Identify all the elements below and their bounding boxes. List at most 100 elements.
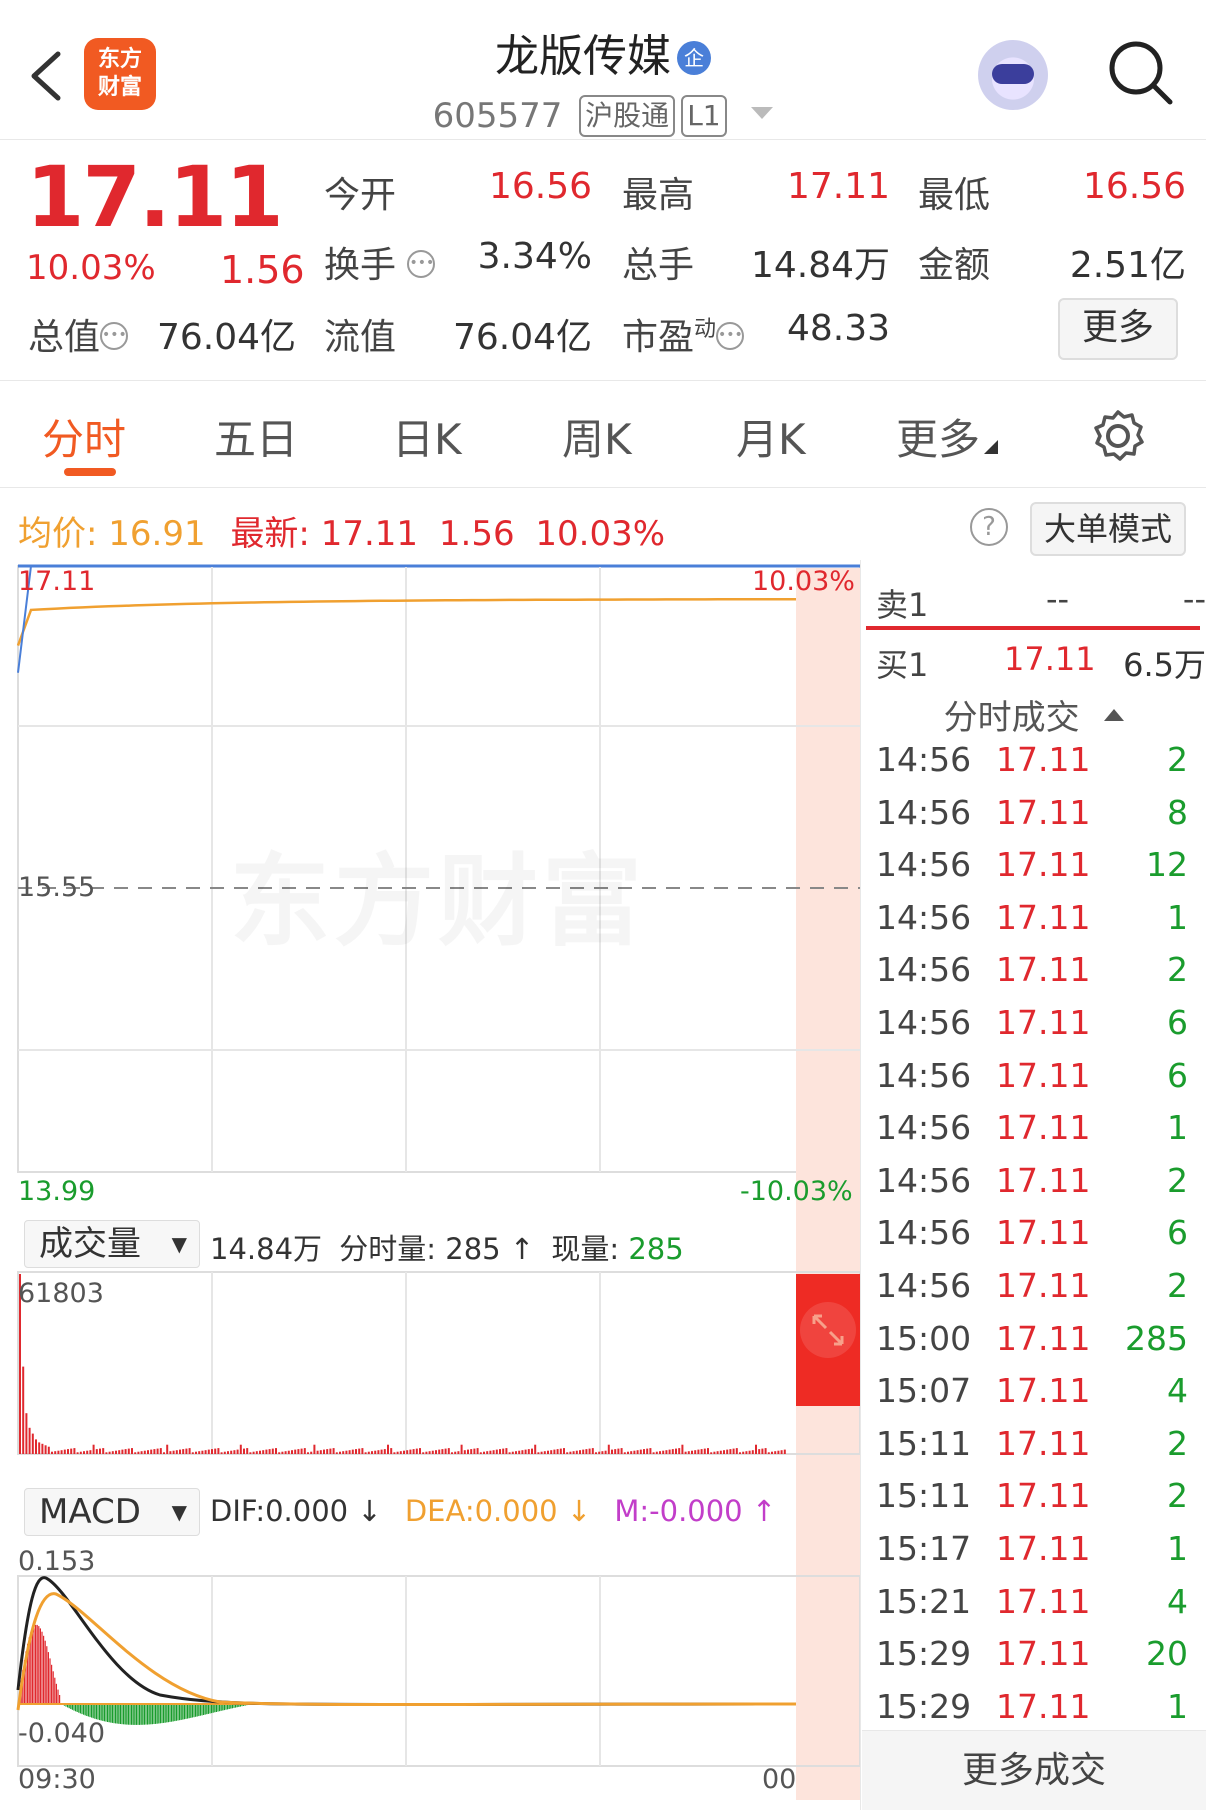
volume-bar bbox=[345, 1450, 348, 1454]
trade-row: 15:11 17.11 2 bbox=[876, 1424, 1188, 1476]
change-percent: 10.03% bbox=[26, 248, 156, 288]
volume-indicator-select[interactable]: 成交量 ▼ bbox=[24, 1220, 200, 1268]
volume-bar bbox=[473, 1448, 476, 1454]
volume-bar bbox=[518, 1450, 521, 1454]
help-icon[interactable]: ? bbox=[970, 508, 1008, 546]
trade-time: 15:17 bbox=[876, 1529, 972, 1568]
volume-bar bbox=[150, 1449, 153, 1454]
tab-intraday[interactable]: 分时 bbox=[42, 406, 126, 467]
volume-bar bbox=[179, 1449, 181, 1454]
trade-volume: 12 bbox=[1146, 845, 1188, 885]
trade-volume: 8 bbox=[1167, 792, 1188, 832]
gear-icon[interactable] bbox=[1090, 408, 1146, 464]
volume-bar bbox=[751, 1450, 754, 1454]
last-change: 1.56 bbox=[438, 514, 515, 554]
high-value: 17.11 bbox=[786, 166, 890, 207]
macd-bar bbox=[174, 1704, 176, 1722]
trade-time: 14:56 bbox=[876, 792, 972, 832]
turnover-label[interactable]: 换手 ••• bbox=[324, 236, 436, 288]
macd-bar bbox=[180, 1704, 182, 1720]
open-value: 16.56 bbox=[488, 166, 592, 207]
volume-bar bbox=[726, 1449, 729, 1454]
volume-bar bbox=[92, 1444, 95, 1454]
macd-bar bbox=[33, 1626, 35, 1704]
trade-volume: 6 bbox=[1167, 1055, 1188, 1095]
volume-bar bbox=[457, 1451, 460, 1454]
volume-bar bbox=[444, 1448, 447, 1454]
volume-bar bbox=[367, 1451, 370, 1454]
more-quote-button[interactable]: 更多 bbox=[1058, 298, 1178, 360]
macd-bar bbox=[155, 1704, 157, 1724]
volume-bar bbox=[643, 1449, 645, 1454]
macd-bar bbox=[127, 1704, 129, 1725]
last-price: 17.11 bbox=[26, 148, 284, 246]
macd-bar bbox=[134, 1704, 136, 1725]
info-dots-icon[interactable]: ••• bbox=[100, 322, 129, 350]
trade-row: 14:56 17.11 2 bbox=[876, 950, 1188, 1002]
volume-bar bbox=[342, 1451, 345, 1454]
trades-header[interactable]: 分时成交 bbox=[862, 690, 1206, 739]
volume-bar bbox=[105, 1452, 108, 1454]
macd-bar bbox=[47, 1652, 49, 1704]
volume-bar bbox=[559, 1448, 562, 1454]
volume-bar bbox=[639, 1449, 642, 1454]
volume-bar bbox=[678, 1448, 681, 1454]
macd-bar bbox=[195, 1704, 197, 1717]
volume-bar bbox=[675, 1448, 677, 1454]
macd-bar bbox=[217, 1704, 219, 1712]
expand-icon bbox=[800, 1302, 856, 1358]
volume-bar bbox=[175, 1450, 178, 1454]
volume-bar bbox=[275, 1448, 277, 1454]
trade-price: 17.11 bbox=[996, 1003, 1091, 1042]
dropdown-caret-icon[interactable] bbox=[751, 90, 774, 130]
pe-label[interactable]: 市盈动 ••• bbox=[622, 308, 745, 360]
volume-bar bbox=[73, 1448, 76, 1454]
macd-bar bbox=[92, 1704, 94, 1719]
volume-bar bbox=[63, 1449, 66, 1454]
buy1-row: 买1 17.11 6.5万 bbox=[876, 640, 1206, 684]
volume-bar bbox=[47, 1446, 50, 1454]
volume-bar bbox=[662, 1450, 665, 1454]
tab-five-day[interactable]: 五日 bbox=[214, 406, 298, 467]
macd-bar bbox=[185, 1704, 187, 1719]
macd-bar bbox=[142, 1704, 144, 1725]
tab-more[interactable]: 更多 bbox=[896, 406, 999, 467]
big-order-mode-button[interactable]: 大单模式 bbox=[1030, 502, 1186, 556]
trade-row: 14:56 17.11 8 bbox=[876, 793, 1188, 845]
volume-bar bbox=[767, 1452, 770, 1454]
info-dots-icon[interactable]: ••• bbox=[716, 322, 745, 350]
volume-bar bbox=[543, 1451, 546, 1454]
macd-histogram bbox=[19, 1624, 253, 1725]
mktcap-label[interactable]: 总值 ••• bbox=[28, 308, 129, 360]
tab-monthly-k[interactable]: 月K bbox=[736, 406, 806, 467]
macd-bar bbox=[211, 1704, 213, 1714]
volume-bar bbox=[185, 1448, 188, 1454]
volume-bar bbox=[294, 1449, 297, 1454]
volume-bar bbox=[220, 1452, 223, 1454]
avg-label: 均价: bbox=[18, 514, 98, 554]
macd-bar bbox=[108, 1704, 110, 1723]
macd-bar bbox=[207, 1704, 209, 1714]
assistant-robot-icon[interactable] bbox=[978, 40, 1048, 110]
trade-volume: 2 bbox=[1167, 1266, 1188, 1305]
info-dots-icon[interactable]: ••• bbox=[407, 250, 436, 278]
more-trades-button[interactable]: 更多成交 bbox=[862, 1730, 1206, 1810]
volume-bar bbox=[649, 1448, 652, 1454]
macd-bar bbox=[78, 1704, 80, 1713]
volume-bar bbox=[227, 1451, 229, 1454]
volume-bar bbox=[499, 1449, 501, 1454]
trade-volume: 2 bbox=[1167, 1476, 1188, 1516]
macd-indicator-select[interactable]: MACD ▼ bbox=[24, 1488, 200, 1536]
macd-bar bbox=[94, 1704, 96, 1719]
volume-bar bbox=[691, 1450, 693, 1454]
search-icon[interactable] bbox=[1106, 38, 1176, 108]
tab-weekly-k[interactable]: 周K bbox=[562, 406, 632, 467]
volume-bar bbox=[537, 1452, 540, 1454]
intraday-chart[interactable] bbox=[0, 560, 862, 1810]
macd-bar bbox=[119, 1704, 121, 1724]
volume-bar bbox=[665, 1450, 668, 1454]
volume-bar bbox=[783, 1449, 786, 1454]
stock-code: 605577 bbox=[432, 96, 563, 136]
tab-daily-k[interactable]: 日K bbox=[392, 406, 462, 467]
volume-bar bbox=[723, 1450, 725, 1454]
